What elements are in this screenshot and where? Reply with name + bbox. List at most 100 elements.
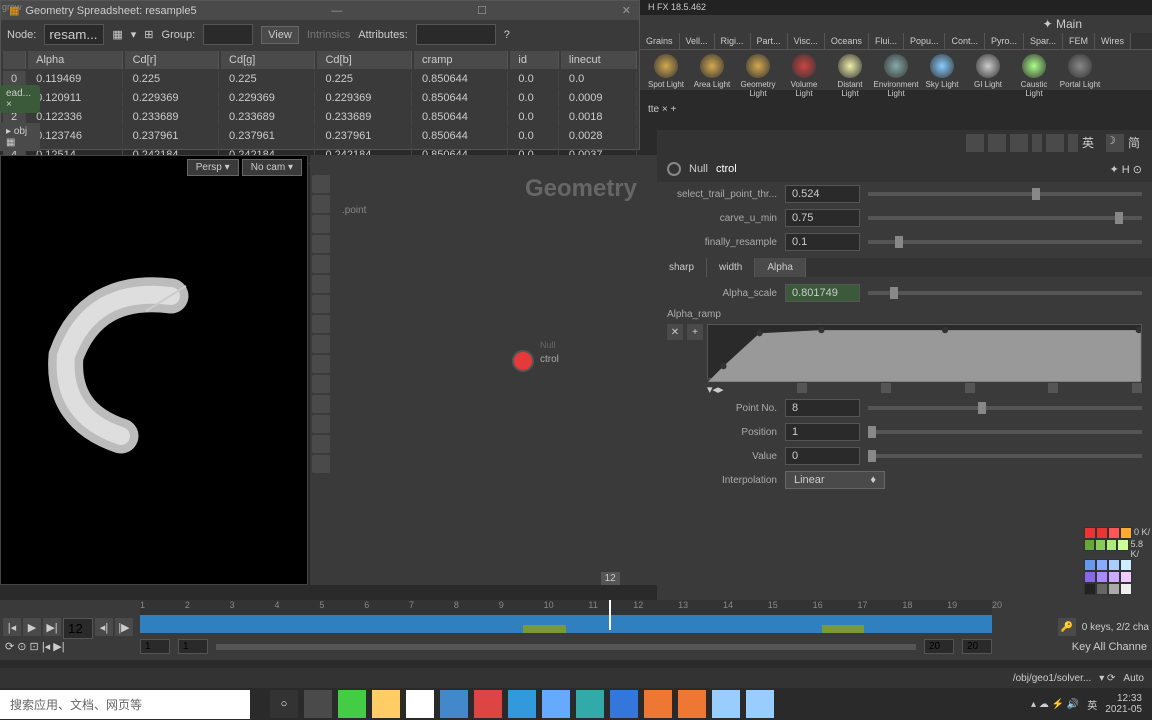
shelf-tool[interactable]: Caustic Light [1012,54,1056,98]
tray-date[interactable]: 2021-05 [1105,704,1142,715]
gear-icon[interactable]: ✦ H ⊙ [1110,163,1143,176]
help-icon[interactable]: ? [504,29,510,41]
shelf-tab[interactable]: Vell... [680,33,715,49]
tool-icon[interactable] [966,134,984,152]
tool-icon[interactable] [312,375,330,393]
tool-icon[interactable] [988,134,1006,152]
shelf-tab[interactable]: Pyro... [985,33,1024,49]
icon-button[interactable]: ⊞ [144,28,153,41]
minimize-button[interactable]: — [331,5,342,17]
alpha-scale-slider[interactable] [868,291,1142,295]
shelf-tab[interactable]: Popu... [904,33,946,49]
table-row[interactable]: 00.1194690.2250.2250.2250.8506440.00.0 [3,71,637,88]
color-swatch[interactable] [1095,539,1106,551]
column-header[interactable] [3,51,26,69]
chrome-icon[interactable] [406,690,434,718]
range-end2[interactable] [962,639,992,654]
color-swatch[interactable] [1084,571,1096,583]
tool-icon[interactable] [1046,134,1064,152]
column-header[interactable]: Cd[b] [317,51,411,69]
carve-input[interactable] [785,209,860,227]
alpha-scale-input[interactable] [785,284,860,302]
group-input[interactable] [203,24,253,45]
param-tab[interactable]: width [707,258,755,277]
ramp-add-button[interactable]: + [687,324,703,340]
attributes-input[interactable] [416,24,496,45]
next-frame-button[interactable]: ▶| [43,618,61,636]
shelf-tab[interactable]: Visc... [788,33,825,49]
tray-lang[interactable]: 英 [1087,697,1097,712]
column-header[interactable]: Alpha [28,51,122,69]
shelf-tool[interactable]: Sky Light [920,54,964,98]
explorer-icon[interactable] [372,690,400,718]
range-start[interactable] [140,639,170,654]
tool-icon[interactable] [1010,134,1028,152]
tool-icon[interactable] [312,455,330,473]
pointno-input[interactable] [785,399,860,417]
playhead[interactable]: 12 [609,600,611,630]
trail-threshold-input[interactable] [785,185,860,203]
tool-icon[interactable] [312,275,330,293]
shelf-tab[interactable]: Oceans [825,33,869,49]
shelf-tool[interactable]: Portal Light [1058,54,1102,98]
param-tab[interactable]: sharp [657,258,707,277]
lang-icon[interactable]: 简 [1128,134,1148,152]
close-button[interactable]: ✕ [622,4,631,17]
tte-tab[interactable]: tte × + [640,102,1152,117]
ramp-marker[interactable] [965,383,975,393]
trail-threshold-slider[interactable] [868,192,1142,196]
ead-tab[interactable]: ead... × [0,85,40,113]
app-icon[interactable] [712,690,740,718]
color-swatch[interactable] [1096,571,1108,583]
shelf-tab[interactable]: Cont... [945,33,985,49]
tool-icon[interactable] [312,395,330,413]
edge-icon[interactable] [576,690,604,718]
key-icon[interactable]: 🔑 [1058,618,1076,636]
tray-time[interactable]: 12:33 [1105,693,1142,704]
alpha-ramp[interactable] [707,324,1142,379]
column-header[interactable]: id [510,51,559,69]
expand-icon[interactable]: ▾◂▸ [707,383,724,396]
ctrol-node[interactable]: Null ctrol [512,350,534,372]
range-slider[interactable] [216,644,916,650]
timeline-ruler[interactable]: 1234567891011121314151617181920 [140,600,992,615]
next-key-button[interactable]: |▶ [115,618,133,636]
app-icon[interactable] [746,690,774,718]
timeline-track[interactable]: 12 [140,615,992,633]
path-display[interactable]: /obj/geo1/solver... [1013,673,1091,684]
node-input[interactable] [44,24,104,45]
color-swatch[interactable] [1117,539,1128,551]
tool-icon[interactable] [312,195,330,213]
ramp-marker[interactable] [1048,383,1058,393]
tool-icon[interactable] [312,355,330,373]
position-input[interactable] [785,423,860,441]
color-swatch[interactable] [1120,571,1132,583]
color-swatch[interactable] [1096,583,1108,595]
range-start2[interactable] [178,639,208,654]
tool-icon[interactable] [312,215,330,233]
table-row[interactable]: 20.1223360.2336890.2336890.2336890.85064… [3,109,637,126]
tool-icon[interactable] [312,295,330,313]
color-swatch[interactable] [1096,559,1108,571]
play-button[interactable]: ▶ [23,618,41,636]
add-tab-icon[interactable]: + [671,104,677,115]
shelf-tool[interactable]: GI Light [966,54,1010,98]
moon-icon[interactable]: ☽ [1106,134,1124,152]
color-swatch[interactable] [1084,583,1096,595]
ramp-delete-button[interactable]: ✕ [667,324,683,340]
value-slider[interactable] [868,454,1142,458]
app-icon[interactable] [644,690,672,718]
viewport[interactable]: Persp ▾ No cam ▾ [0,155,308,585]
shelf-tool[interactable]: Distant Light [828,54,872,98]
app-icon[interactable] [610,690,638,718]
color-swatch[interactable] [1120,583,1132,595]
carve-slider[interactable] [868,216,1142,220]
tool-icon[interactable] [312,255,330,273]
color-swatch[interactable] [1106,539,1117,551]
color-swatch[interactable] [1096,527,1108,539]
maximize-button[interactable]: ☐ [477,4,487,17]
color-swatch[interactable] [1108,527,1120,539]
table-row[interactable]: 30.1237460.2379610.2379610.2379610.85064… [3,128,637,145]
shelf-tab[interactable]: Grains [640,33,680,49]
tray-icon[interactable]: ▴ ☁ ⚡ 🔊 [1031,699,1079,710]
